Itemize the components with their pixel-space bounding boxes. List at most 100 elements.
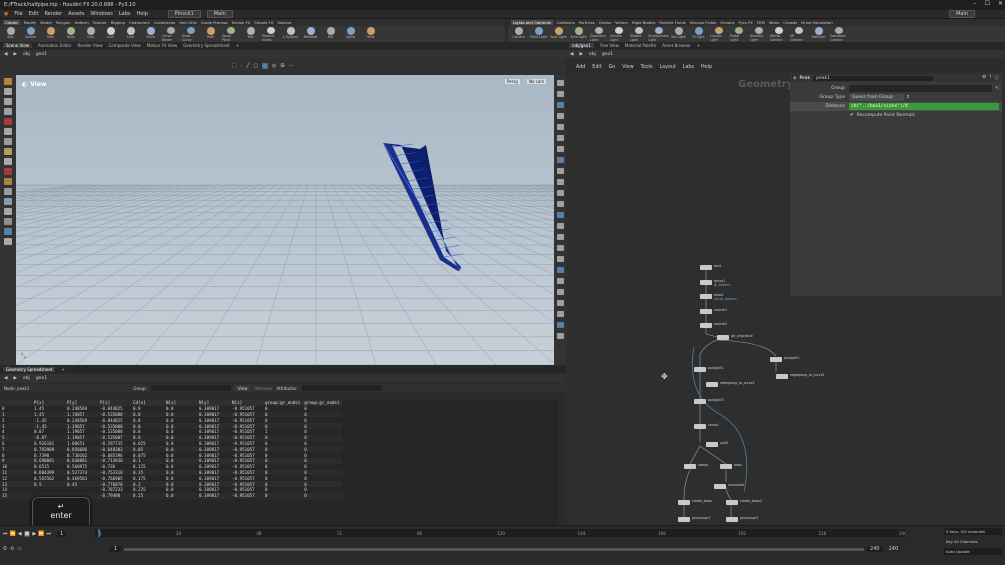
shelf-tool-stereo-camera[interactable]: Stereo Camera <box>770 26 787 42</box>
network-menu-add[interactable]: Add <box>576 65 585 70</box>
menu-assets[interactable]: Assets <box>68 11 84 17</box>
left-tool-icon-12[interactable] <box>4 198 12 205</box>
network-node-split1[interactable] <box>706 442 718 447</box>
tab-geometry-spreadsheet-bottom[interactable]: Geometry Spreadsheet <box>3 367 56 372</box>
left-tool-icon-11[interactable] <box>4 188 12 195</box>
desktop-selector-left[interactable]: Pinsck1 <box>167 10 201 18</box>
left-tool-icon-16[interactable] <box>4 238 12 245</box>
shelf-left-tab-8[interactable]: Constraints <box>154 20 176 25</box>
path-obj-bottom[interactable]: obj <box>23 376 30 381</box>
shelf-left-tab-0[interactable]: Create <box>3 20 20 25</box>
shelf-tool-vr-camera[interactable]: VR Camera <box>790 26 807 42</box>
loop-icon[interactable]: ⟲ <box>10 546 14 552</box>
shelf-right-tab-7[interactable]: Viscous Fluids <box>690 20 717 25</box>
desktop-selector-far-right[interactable]: Main <box>949 10 975 18</box>
column-header[interactable]: group:gr_endsi <box>302 400 342 406</box>
left-tool-icon-7[interactable] <box>4 148 12 155</box>
realtime-icon[interactable]: ⏱ <box>3 546 7 552</box>
left-tool-icon-10[interactable] <box>4 178 12 185</box>
left-tool-icon-14[interactable] <box>4 218 12 225</box>
shelf-left-tab-11[interactable]: Terrain FX <box>232 20 251 25</box>
shelf-tool-grid[interactable]: Grid <box>82 26 99 42</box>
display-tool-icon-18[interactable] <box>556 278 564 284</box>
display-tool-icon-13[interactable] <box>556 223 564 229</box>
shelf-tool-circle[interactable]: Circle <box>142 26 159 42</box>
network-node-blast1[interactable] <box>700 294 712 299</box>
recompute-normals-checkbox[interactable]: ✔ <box>850 113 854 118</box>
edges-mode-icon[interactable]: ╱ <box>246 63 249 69</box>
shelf-right-tab-13[interactable]: Drive Simulation <box>801 20 833 25</box>
shelf-tool-path[interactable]: Path <box>202 26 219 42</box>
range-icon[interactable]: ▭ <box>17 546 22 552</box>
shelf-tool-null[interactable]: Null <box>102 26 119 42</box>
column-header[interactable]: group:gr_endsi <box>263 400 303 406</box>
add-tab-icon[interactable]: + <box>236 43 239 48</box>
left-tool-icon-1[interactable] <box>4 88 12 95</box>
view-menu[interactable]: View <box>234 385 251 391</box>
shelf-tool-volume-light[interactable]: Volume Light <box>610 26 627 42</box>
left-tool-icon-0[interactable] <box>4 78 12 85</box>
display-tool-icon-1[interactable] <box>556 91 564 97</box>
display-tool-icon-4[interactable] <box>556 124 564 130</box>
shelf-tool-curve-bezier[interactable]: Curve Bezier <box>162 26 179 42</box>
shelf-right-tab-11[interactable]: Wires <box>769 20 780 25</box>
display-tool-icon-16[interactable] <box>556 256 564 262</box>
display-tool-icon-19[interactable] <box>556 289 564 295</box>
shelf-right-tab-6[interactable]: Particle Fluids <box>659 20 685 25</box>
shelf-left-tab-12[interactable]: Simple FX <box>254 20 273 25</box>
shelf-left-tab-13[interactable]: Volume <box>277 20 291 25</box>
shelf-tool-helix[interactable]: Helix <box>362 26 379 42</box>
network-node-create-tpipe2[interactable] <box>726 500 738 505</box>
back-arrow-icon[interactable]: ◀ <box>4 52 7 57</box>
network-menu-labs[interactable]: Labs <box>683 65 694 70</box>
shelf-tool-metaball[interactable]: Metaball <box>302 26 319 42</box>
snap-icon[interactable]: ⊞ <box>280 63 284 69</box>
arrow-select-icon[interactable]: ↖ <box>995 86 1002 91</box>
display-tool-icon-14[interactable] <box>556 234 564 240</box>
path-obj[interactable]: obj <box>23 52 30 57</box>
shelf-right-tab-1[interactable]: Collisions <box>557 20 575 25</box>
network-node-polysplit1[interactable] <box>694 367 706 372</box>
shelf-tool-line[interactable]: Line <box>122 26 139 42</box>
network-node-polysplit3[interactable] <box>694 399 706 404</box>
network-menu-view[interactable]: View <box>622 65 633 70</box>
display-tool-icon-0[interactable] <box>556 80 564 86</box>
shelf-right-tab-10[interactable]: FEM <box>757 20 765 25</box>
shelf-right-tab-9[interactable]: Pyro FX <box>739 20 753 25</box>
gear-icon[interactable]: ⚙ <box>982 75 986 81</box>
forward-arrow-icon-bottom[interactable]: ▶ <box>13 376 16 381</box>
network-node-normal2[interactable] <box>700 323 712 328</box>
path-geo1-bottom[interactable]: geo1 <box>36 376 47 381</box>
shelf-tool-distant-light[interactable]: Distant Light <box>630 26 647 42</box>
shelf-left-tab-3[interactable]: Polygon <box>56 20 71 25</box>
shelf-tool-portal-light[interactable]: Portal Light <box>730 26 747 42</box>
network-node-create-tpipe[interactable] <box>678 500 690 505</box>
network-node-edgegroup-to-curve1[interactable] <box>706 382 718 387</box>
left-tool-icon-6[interactable] <box>4 138 12 145</box>
network-menu-tools[interactable]: Tools <box>641 65 653 70</box>
display-tool-icon-15[interactable] <box>556 245 564 251</box>
help-icon[interactable]: ? <box>989 75 991 81</box>
shelf-tool-spot-light[interactable]: Spot Light <box>550 26 567 42</box>
left-tool-icon-3[interactable] <box>4 108 12 115</box>
shelf-tool-draw-curve[interactable]: Draw Curve <box>182 26 199 42</box>
end-frame-field-2[interactable]: 240 <box>886 546 902 552</box>
shelf-tool-caustic-light[interactable]: Caustic Light <box>710 26 727 42</box>
shelf-tool-gi-light[interactable]: GI Light <box>690 26 707 42</box>
shelf-tool-point-light[interactable]: Point Light <box>530 26 547 42</box>
shelf-left-tab-9[interactable]: Hair Utils <box>179 20 196 25</box>
shelf-tool-spray-paint[interactable]: Spray Paint <box>222 26 239 42</box>
range-slider[interactable] <box>124 547 865 551</box>
desktop-selector-right[interactable]: Main <box>206 10 233 18</box>
primitive-mode-icon[interactable]: ◇ <box>262 63 268 69</box>
tab-network-editor[interactable]: /obj/geo1 <box>569 43 594 48</box>
shelf-tool-platonic-solids[interactable]: Platonic Solids <box>262 26 279 42</box>
shelf-tool-file[interactable]: File <box>322 26 339 42</box>
shelf-tool-spiral[interactable]: Spiral <box>342 26 359 42</box>
back-arrow-icon-bottom[interactable]: ◀ <box>4 376 7 381</box>
path-obj-right[interactable]: obj <box>589 52 596 57</box>
chevron-down-icon[interactable]: ⇕ <box>906 95 910 100</box>
points-mode-icon[interactable]: · <box>241 63 243 69</box>
display-tool-icon-3[interactable] <box>556 113 564 119</box>
shelf-tool-switcher[interactable]: Switcher <box>810 26 827 42</box>
